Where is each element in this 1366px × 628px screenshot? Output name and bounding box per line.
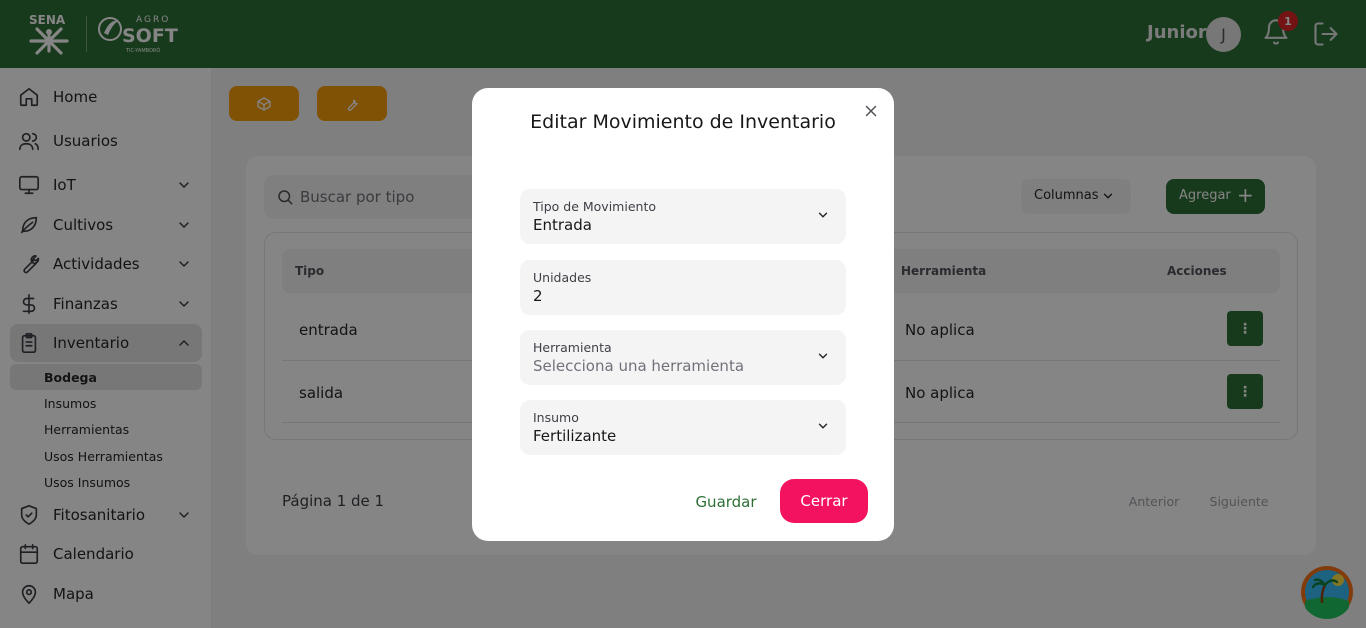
movement-type-select[interactable]: Tipo de Movimiento Entrada	[520, 189, 846, 244]
field-label: Herramienta	[533, 340, 612, 355]
units-input[interactable]: Unidades 2	[520, 260, 846, 315]
field-value: Fertilizante	[533, 427, 617, 445]
edit-inventory-movement-modal: Editar Movimiento de Inventario Tipo de …	[472, 88, 894, 541]
field-label: Insumo	[533, 410, 579, 425]
close-icon[interactable]	[862, 102, 880, 120]
chevron-down-icon	[818, 423, 828, 429]
field-placeholder: Selecciona una herramienta	[533, 357, 745, 375]
close-button[interactable]: Cerrar	[780, 479, 868, 523]
chevron-down-icon	[818, 353, 828, 359]
save-button[interactable]: Guardar	[687, 480, 765, 524]
chevron-down-icon	[818, 212, 828, 218]
field-value: Entrada	[533, 216, 592, 234]
field-value: 2	[533, 287, 543, 305]
modal-title: Editar Movimiento de Inventario	[530, 111, 836, 133]
supply-select[interactable]: Insumo Fertilizante	[520, 400, 846, 455]
field-label: Tipo de Movimiento	[533, 199, 656, 214]
tool-select[interactable]: Herramienta Selecciona una herramienta	[520, 330, 846, 385]
field-label: Unidades	[533, 270, 592, 285]
